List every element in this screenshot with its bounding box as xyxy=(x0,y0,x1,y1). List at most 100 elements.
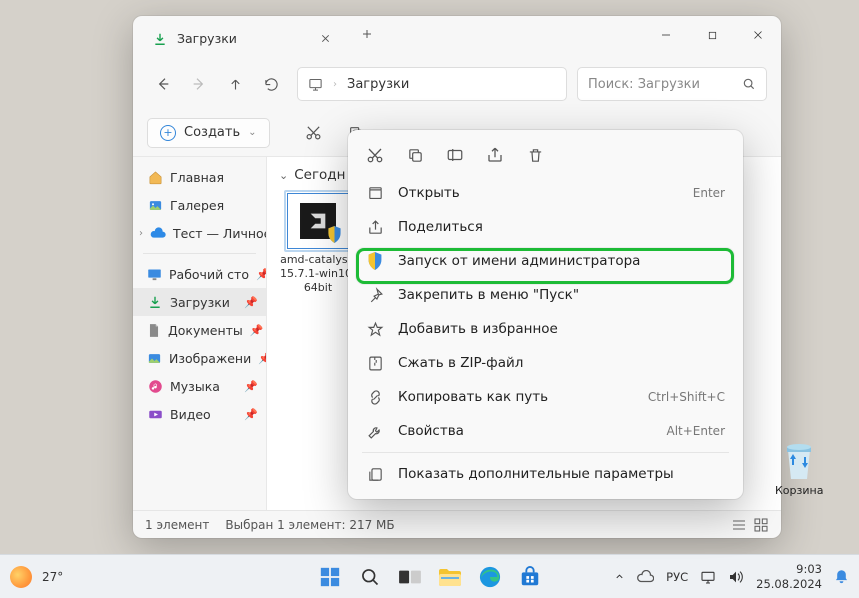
context-label: Поделиться xyxy=(398,219,483,235)
context-quick-actions xyxy=(354,138,737,176)
address-bar[interactable]: › Загрузки xyxy=(297,67,567,101)
forward-button[interactable] xyxy=(183,68,215,100)
open-icon xyxy=(366,184,384,202)
context-add-favorite[interactable]: Добавить в избранное xyxy=(354,312,737,346)
up-button[interactable] xyxy=(219,68,251,100)
sidebar: Главная Галерея ›Тест — Личное Рабочий с… xyxy=(133,157,267,510)
grid-view-button[interactable] xyxy=(753,517,769,533)
file-item[interactable]: amd-catalyst-15.7.1-win10-64bit xyxy=(279,193,357,294)
rename-button[interactable] xyxy=(444,144,466,166)
video-icon xyxy=(147,406,163,422)
explorer-button[interactable] xyxy=(437,564,463,590)
sidebar-label: Главная xyxy=(170,170,224,185)
search-button[interactable] xyxy=(357,564,383,590)
refresh-button[interactable] xyxy=(255,68,287,100)
context-pin-start[interactable]: Закрепить в меню "Пуск" xyxy=(354,278,737,312)
pin-icon: 📌 xyxy=(250,324,264,337)
taskbar-clock[interactable]: 9:03 25.08.2024 xyxy=(756,562,822,591)
context-label: Открыть xyxy=(398,185,460,201)
edge-button[interactable] xyxy=(477,564,503,590)
share-button[interactable] xyxy=(484,144,506,166)
sidebar-label: Документы xyxy=(168,323,243,338)
pin-icon: 📌 xyxy=(244,296,258,309)
context-run-as-admin[interactable]: Запуск от имени администратора xyxy=(354,244,737,278)
taskview-button[interactable] xyxy=(397,564,423,590)
sidebar-item-pictures[interactable]: Изображени 📌 xyxy=(133,344,266,372)
address-folder: Загрузки xyxy=(347,77,409,92)
context-label: Закрепить в меню "Пуск" xyxy=(398,287,579,303)
context-label: Сжать в ZIP-файл xyxy=(398,355,523,371)
context-label: Добавить в избранное xyxy=(398,321,558,337)
new-tab-button[interactable] xyxy=(347,16,387,52)
sidebar-item-gallery[interactable]: Галерея xyxy=(133,191,266,219)
share-icon xyxy=(366,218,384,236)
context-copy-path[interactable]: Копировать как путьCtrl+Shift+C xyxy=(354,380,737,414)
network-tray-icon[interactable] xyxy=(700,570,716,584)
shield-icon xyxy=(327,226,342,243)
tab-close-icon[interactable] xyxy=(316,29,335,48)
cut-button[interactable] xyxy=(364,144,386,166)
temperature: 27° xyxy=(42,570,63,584)
taskbar-weather[interactable]: 27° xyxy=(10,566,63,588)
minimize-button[interactable] xyxy=(643,16,689,54)
sidebar-item-desktop[interactable]: Рабочий сто 📌 xyxy=(133,260,266,288)
star-icon xyxy=(366,320,384,338)
volume-tray-icon[interactable] xyxy=(728,570,744,584)
cut-button[interactable] xyxy=(296,117,332,149)
tray-chevron-icon[interactable] xyxy=(614,571,625,582)
more-icon xyxy=(366,465,384,483)
context-properties[interactable]: СвойстваAlt+Enter xyxy=(354,414,737,448)
group-label: Сегодн xyxy=(294,167,345,183)
pin-icon: 📌 xyxy=(244,380,258,393)
plus-icon: + xyxy=(160,125,176,141)
back-button[interactable] xyxy=(147,68,179,100)
status-count: 1 элемент xyxy=(145,518,209,532)
sidebar-item-videos[interactable]: Видео 📌 xyxy=(133,400,266,428)
chevron-right-icon: › xyxy=(139,228,143,239)
file-icon xyxy=(287,193,349,249)
create-button[interactable]: + Создать ⌄ xyxy=(147,118,270,148)
link-icon xyxy=(366,388,384,406)
start-button[interactable] xyxy=(317,564,343,590)
language-indicator[interactable]: РУС xyxy=(666,570,688,584)
context-label: Запуск от имени администратора xyxy=(398,253,640,269)
taskbar: 27° РУС 9:03 25.08.2024 xyxy=(0,554,859,598)
titlebar: Загрузки xyxy=(133,16,781,61)
copy-button[interactable] xyxy=(404,144,426,166)
notifications-tray-icon[interactable] xyxy=(834,569,849,585)
context-share[interactable]: Поделиться xyxy=(354,210,737,244)
music-icon xyxy=(147,378,163,394)
recycle-bin-icon[interactable]: Корзина xyxy=(775,442,823,497)
sidebar-item-documents[interactable]: Документы 📌 xyxy=(133,316,266,344)
context-compress-zip[interactable]: Сжать в ZIP-файл xyxy=(354,346,737,380)
sidebar-item-onedrive[interactable]: ›Тест — Личное xyxy=(133,219,266,247)
document-icon xyxy=(147,322,161,338)
pin-icon: 📌 xyxy=(244,408,258,421)
time: 9:03 xyxy=(756,562,822,576)
context-open[interactable]: ОткрытьEnter xyxy=(354,176,737,210)
pin-icon: 📌 xyxy=(256,268,267,281)
sidebar-item-music[interactable]: Музыка📌 xyxy=(133,372,266,400)
details-view-button[interactable] xyxy=(731,517,747,533)
context-menu: ОткрытьEnter Поделиться Запуск от имени … xyxy=(348,130,743,499)
maximize-button[interactable] xyxy=(689,16,735,54)
onedrive-tray-icon[interactable] xyxy=(637,570,654,583)
sidebar-item-home[interactable]: Главная xyxy=(133,163,266,191)
sun-icon xyxy=(10,566,32,588)
delete-button[interactable] xyxy=(524,144,546,166)
pin-icon: 📌 xyxy=(258,352,267,365)
sidebar-label: Рабочий сто xyxy=(169,267,249,282)
tab-downloads[interactable]: Загрузки xyxy=(147,16,347,61)
pin-icon xyxy=(366,286,384,304)
close-button[interactable] xyxy=(735,16,781,54)
sidebar-item-downloads[interactable]: Загрузки📌 xyxy=(133,288,266,316)
sidebar-label: Изображени xyxy=(169,351,251,366)
search-input[interactable]: Поиск: Загрузки xyxy=(577,67,767,101)
home-icon xyxy=(147,169,163,185)
status-selection: Выбран 1 элемент: 217 МБ xyxy=(225,518,394,532)
context-more-options[interactable]: Показать дополнительные параметры xyxy=(354,457,737,491)
store-button[interactable] xyxy=(517,564,543,590)
date: 25.08.2024 xyxy=(756,577,822,591)
sidebar-label: Видео xyxy=(170,407,211,422)
search-icon xyxy=(742,77,756,91)
